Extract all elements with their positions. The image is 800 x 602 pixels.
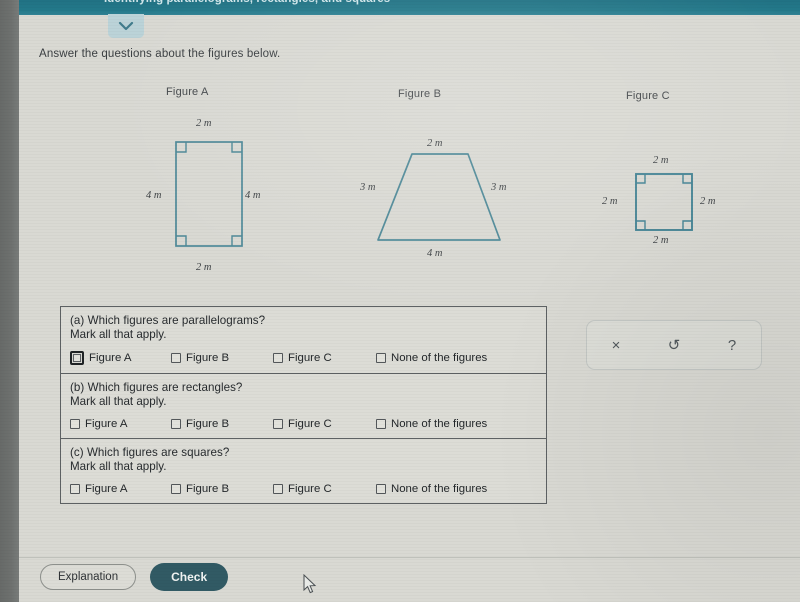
- figure-b-dim-top: 2 m: [427, 138, 443, 149]
- question-c-choices: Figure A Figure B Figure C None of the f…: [70, 483, 537, 495]
- question-c-option-figure-c[interactable]: Figure C: [273, 483, 376, 495]
- question-c: (c) Which figures are squares? Mark all …: [61, 439, 546, 503]
- option-label: Figure A: [89, 352, 132, 364]
- figure-c-dim-top: 2 m: [653, 155, 669, 166]
- question-b-text: (b) Which figures are rectangles?: [70, 381, 243, 394]
- question-c-instruction: Mark all that apply.: [70, 460, 167, 473]
- checkbox-icon[interactable]: [70, 351, 84, 365]
- figure-b-trapezoid: [377, 153, 501, 241]
- option-label: Figure A: [85, 483, 128, 495]
- screen-bezel-left: [0, 0, 19, 602]
- question-c-text: (c) Which figures are squares?: [70, 446, 230, 459]
- answer-tools-panel: × ↺ ?: [586, 320, 762, 370]
- figure-c-dim-bottom: 2 m: [653, 235, 669, 246]
- question-b-instruction: Mark all that apply.: [70, 395, 167, 408]
- figure-c-label: Figure C: [626, 90, 670, 102]
- questions-card: (a) Which figures are parallelograms? Ma…: [60, 306, 547, 504]
- question-a-instruction: Mark all that apply.: [70, 328, 167, 341]
- figure-a-dim-top: 2 m: [196, 118, 212, 129]
- figure-b-dim-bottom: 4 m: [427, 248, 443, 259]
- undo-icon[interactable]: ↺: [657, 328, 691, 362]
- question-b-option-figure-c[interactable]: Figure C: [273, 418, 376, 430]
- figure-a-dim-right: 4 m: [245, 190, 261, 201]
- lesson-title: Identifying parallelograms, rectangles, …: [104, 0, 390, 5]
- question-a-option-figure-c[interactable]: Figure C: [273, 352, 376, 364]
- option-label: None of the figures: [391, 483, 488, 495]
- question-c-option-figure-a[interactable]: Figure A: [70, 483, 171, 495]
- question-a-option-none[interactable]: None of the figures: [376, 352, 487, 364]
- figure-a-label: Figure A: [166, 86, 209, 98]
- checkbox-icon[interactable]: [376, 353, 386, 363]
- question-b-choices: Figure A Figure B Figure C None of the f…: [70, 418, 537, 430]
- option-label: Figure B: [186, 483, 230, 495]
- option-label: Figure B: [186, 352, 230, 364]
- option-label: Figure A: [85, 418, 128, 430]
- checkbox-icon[interactable]: [171, 353, 181, 363]
- option-label: Figure C: [288, 483, 332, 495]
- lesson-banner: Identifying parallelograms, rectangles, …: [19, 0, 800, 15]
- figure-c-dim-left: 2 m: [602, 196, 618, 207]
- question-a-option-figure-b[interactable]: Figure B: [171, 352, 273, 364]
- figure-a-dim-bottom: 2 m: [196, 262, 212, 273]
- question-a-text: (a) Which figures are parallelograms?: [70, 314, 266, 327]
- checkbox-icon[interactable]: [376, 484, 386, 494]
- footer-actions: Explanation Check: [40, 563, 229, 591]
- question-b: (b) Which figures are rectangles? Mark a…: [61, 374, 546, 439]
- figure-a-dim-left: 4 m: [146, 190, 162, 201]
- question-b-option-figure-a[interactable]: Figure A: [70, 418, 171, 430]
- checkbox-icon[interactable]: [273, 484, 283, 494]
- checkbox-icon[interactable]: [70, 484, 80, 494]
- figure-c-dim-right: 2 m: [700, 196, 716, 207]
- figure-b-label: Figure B: [398, 88, 442, 100]
- option-label: Figure C: [288, 418, 332, 430]
- question-a: (a) Which figures are parallelograms? Ma…: [61, 307, 546, 374]
- option-label: Figure C: [288, 352, 332, 364]
- question-c-option-figure-b[interactable]: Figure B: [171, 483, 273, 495]
- question-b-option-figure-b[interactable]: Figure B: [171, 418, 273, 430]
- checkbox-icon[interactable]: [171, 419, 181, 429]
- figure-b-dim-right: 3 m: [491, 182, 507, 193]
- help-icon[interactable]: ?: [715, 328, 749, 362]
- figure-b-dim-left: 3 m: [360, 182, 376, 193]
- chevron-down-icon: [118, 21, 134, 31]
- collapse-banner-tab[interactable]: [108, 14, 144, 38]
- option-label: Figure B: [186, 418, 230, 430]
- checkbox-icon[interactable]: [70, 419, 80, 429]
- question-b-option-none[interactable]: None of the figures: [376, 418, 487, 430]
- question-a-option-figure-a[interactable]: Figure A: [70, 351, 171, 365]
- figure-c-square: [635, 173, 693, 231]
- checkbox-icon[interactable]: [273, 353, 283, 363]
- question-c-option-none[interactable]: None of the figures: [376, 483, 487, 495]
- checkbox-icon[interactable]: [376, 419, 386, 429]
- screenshot-root: Identifying parallelograms, rectangles, …: [0, 0, 800, 602]
- footer-divider: [19, 557, 800, 558]
- question-a-choices: Figure A Figure B Figure C None of the f…: [70, 351, 537, 365]
- figure-a-rectangle: [175, 141, 243, 247]
- checkbox-icon[interactable]: [273, 419, 283, 429]
- explanation-button[interactable]: Explanation: [40, 564, 137, 590]
- mouse-cursor-icon: [303, 574, 317, 594]
- option-label: None of the figures: [391, 418, 488, 430]
- checkbox-icon[interactable]: [171, 484, 181, 494]
- check-button[interactable]: Check: [150, 563, 229, 591]
- clear-icon[interactable]: ×: [599, 328, 633, 362]
- option-label: None of the figures: [391, 352, 488, 364]
